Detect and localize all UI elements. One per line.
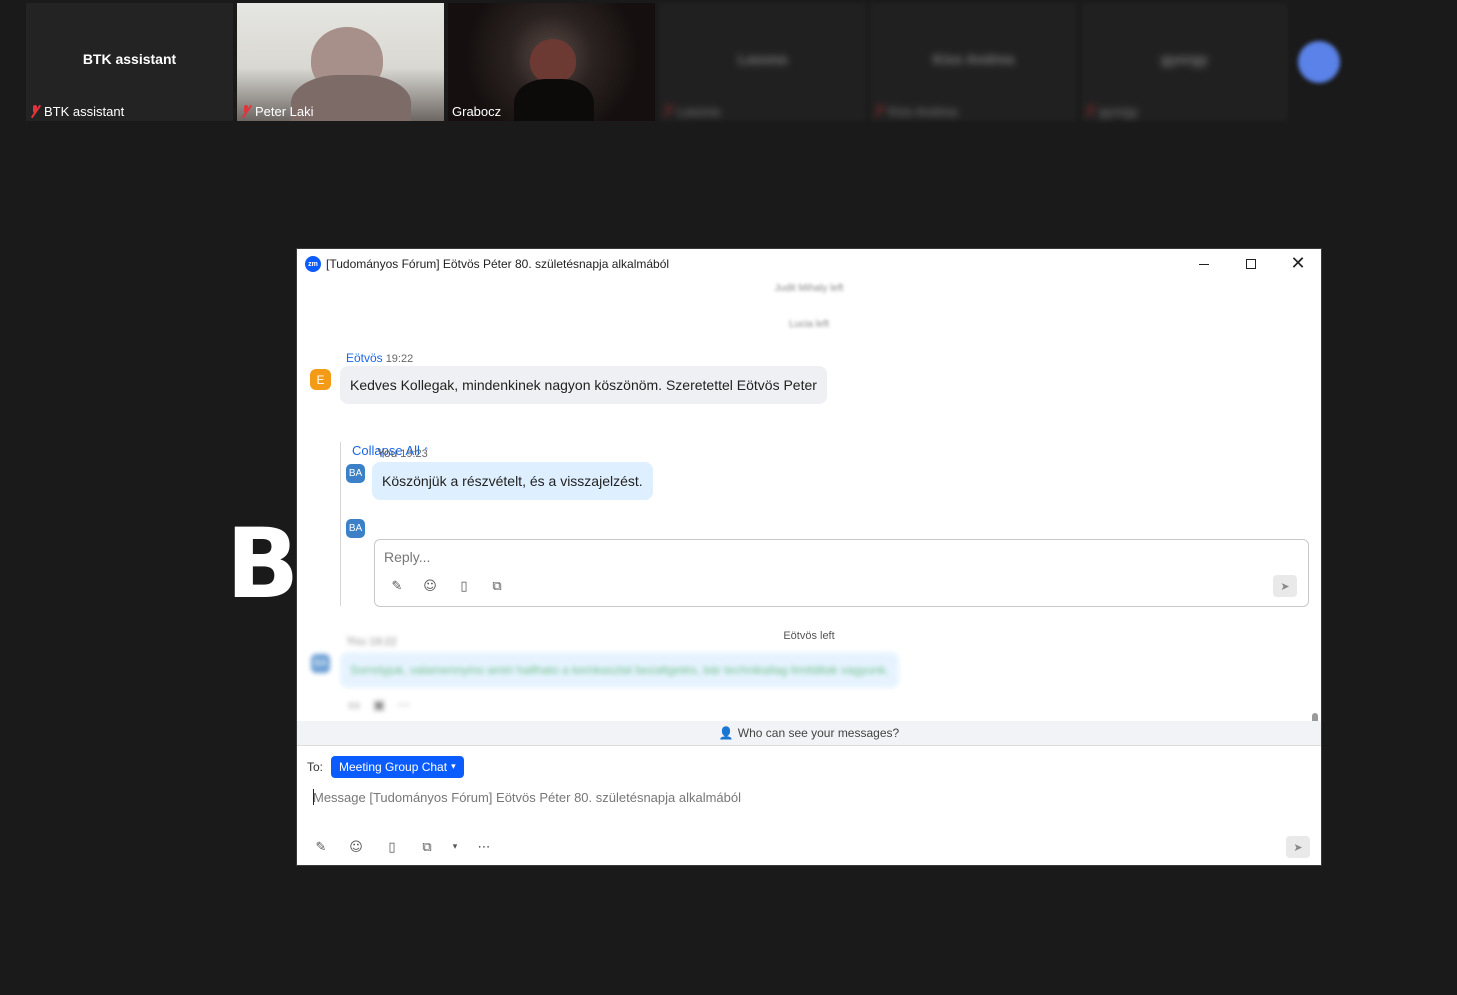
mic-muted-icon <box>1085 105 1095 118</box>
participant-nametag: BTK assistant <box>30 104 124 119</box>
participant-nametag: Lasona <box>663 104 720 119</box>
screenshot-icon[interactable]: ⧉ <box>419 839 435 855</box>
reply-icon: ▭ <box>347 697 361 713</box>
reply-placeholder: Reply... <box>384 549 431 565</box>
avatar[interactable]: BA <box>346 464 365 483</box>
participant-video-tile[interactable]: Peter Laki <box>237 3 444 121</box>
close-icon: ✕ <box>1290 253 1306 274</box>
mic-muted-icon <box>241 105 251 118</box>
mic-muted-icon <box>663 105 673 118</box>
participant-video-tile[interactable]: Grabocz <box>448 3 655 121</box>
mic-muted-icon <box>874 105 884 118</box>
system-message: Judit Mihaly left <box>774 283 844 294</box>
privacy-user-icon: 👤 <box>718 726 734 740</box>
format-text-icon[interactable]: ✎ <box>389 578 405 594</box>
system-message: Eötvös left <box>783 630 835 642</box>
participant-display-name: Lasona <box>737 51 787 67</box>
message-bubble[interactable]: Kedves Kollegak, mindenkinek nagyon kösz… <box>340 366 827 404</box>
message-input[interactable]: Message [Tudományos Fórum] Eötvös Péter … <box>313 790 741 805</box>
chat-messages[interactable]: Judit Mihaly left Lucia left Eötvös 19:22… <box>297 279 1321 721</box>
participant-video-body <box>514 79 594 121</box>
chevron-down-icon: ▾ <box>451 762 456 772</box>
system-message: Lucia left <box>788 319 830 330</box>
participant-video <box>530 39 576 83</box>
participant-tile[interactable]: gyorgy gyorgy <box>1081 3 1288 121</box>
who-can-see-bar[interactable]: 👤 Who can see your messages? <box>297 721 1321 745</box>
emoji-icon[interactable]: ☺ <box>348 839 364 855</box>
send-icon[interactable]: ➤ <box>1286 836 1310 858</box>
participant-tile[interactable]: BTK assistant BTK assistant <box>26 3 233 121</box>
recipient-dropdown[interactable]: Meeting Group Chat ▾ <box>331 756 464 778</box>
participant-name: Peter Laki <box>255 104 314 119</box>
emoji-icon[interactable]: ☺ <box>422 578 438 594</box>
file-icon[interactable]: ▯ <box>384 839 400 855</box>
file-icon[interactable]: ▯ <box>456 578 472 594</box>
message-time: 19:22 <box>369 636 397 648</box>
avatar[interactable]: E <box>310 369 331 390</box>
participant-tile[interactable]: Kiss Andrea Kiss Andrea <box>870 3 1077 121</box>
participant-display-name: Kiss Andrea <box>932 51 1015 67</box>
recipient-label: Meeting Group Chat <box>339 760 448 774</box>
divider <box>297 745 1321 746</box>
sender-name: You <box>346 634 367 648</box>
reply-input[interactable]: Reply... ✎ ☺ ▯ ⧉ ➤ <box>374 539 1309 607</box>
message-bubble: Sorrelyjuk, valamennyino amiri hallhato … <box>340 652 899 688</box>
participant-name: Grabocz <box>452 104 502 119</box>
maximize-button[interactable] <box>1228 249 1274 279</box>
chevron-down-icon[interactable]: ▾ <box>447 839 463 855</box>
reaction-icon: ▣ <box>372 697 386 713</box>
avatar: BA <box>346 519 365 538</box>
message-sender: You 19:23 <box>377 446 428 460</box>
participant-name: BTK assistant <box>44 104 125 119</box>
shared-content-letter: B <box>226 508 300 620</box>
chat-window-title: [Tudományos Fórum] Eötvös Péter 80. szül… <box>326 257 670 271</box>
participant-display-name: gyorgy <box>1161 51 1208 67</box>
participant-nametag: Peter Laki <box>241 104 314 119</box>
maximize-icon <box>1246 259 1256 269</box>
participant-nametag: Kiss Andrea <box>874 104 957 119</box>
close-button[interactable]: ✕ <box>1275 249 1321 279</box>
participant-name: Kiss Andrea <box>888 104 958 119</box>
who-can-see-label: Who can see your messages? <box>737 726 900 740</box>
format-text-icon[interactable]: ✎ <box>313 839 329 855</box>
minimize-button[interactable] <box>1181 249 1227 279</box>
mic-muted-icon <box>30 105 40 118</box>
to-label: To: <box>307 760 324 774</box>
participant-tile[interactable]: Lasona Lasona <box>659 3 866 121</box>
minimize-icon <box>1199 263 1209 265</box>
participant-nametag: Grabocz <box>452 104 501 119</box>
message-bubble[interactable]: Köszönjük a részvételt, és a visszajelzé… <box>372 462 653 500</box>
chat-window: zm [Tudományos Fórum] Eötvös Péter 80. s… <box>297 249 1321 865</box>
participant-name: Lasona <box>677 104 720 119</box>
message-time: 19:22 <box>385 353 414 365</box>
sender-name: You <box>377 446 398 460</box>
gallery-strip: BTK assistant BTK assistant Peter Laki G… <box>26 3 1340 121</box>
zoom-logo-icon: zm <box>305 256 321 272</box>
avatar: BA <box>311 654 330 673</box>
sender-name[interactable]: Eötvös <box>346 351 383 365</box>
participant-avatar[interactable] <box>1298 41 1340 83</box>
message-sender: You 19:22 <box>346 634 397 648</box>
participant-name: gyorgy <box>1099 104 1139 119</box>
screenshot-icon[interactable]: ⧉ <box>489 578 505 594</box>
chat-scrollbar[interactable] <box>1312 713 1318 721</box>
message-time: 19:23 <box>400 448 428 460</box>
participant-display-name: BTK assistant <box>82 51 177 67</box>
chat-title-bar[interactable]: zm [Tudományos Fórum] Eötvös Péter 80. s… <box>297 249 1321 279</box>
participant-nametag: gyorgy <box>1085 104 1138 119</box>
send-icon[interactable]: ➤ <box>1273 575 1297 597</box>
more-options-icon[interactable]: ⋯ <box>476 839 492 855</box>
message-sender: Eötvös 19:22 <box>346 351 413 365</box>
more-icon: ⋯ <box>397 697 411 713</box>
thread-line <box>340 442 341 606</box>
